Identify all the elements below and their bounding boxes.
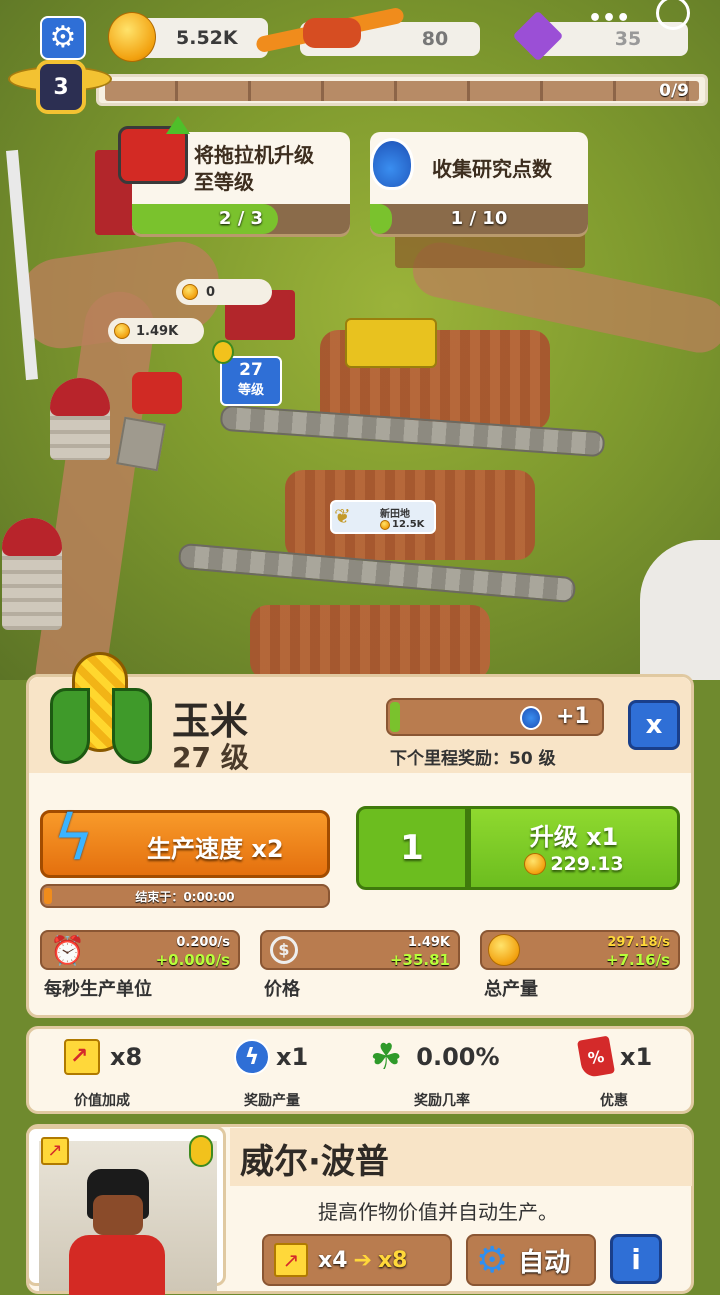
upgrade-arrow-icon [166, 116, 190, 134]
info-icon: i [631, 1242, 641, 1276]
coin-icon [182, 284, 198, 300]
price-up-icon: $ [270, 936, 298, 964]
upgrade-button[interactable]: 升级 x1 229.13 [468, 806, 680, 890]
new-field-sign[interactable]: ❦ 新田地 12.5K [330, 500, 436, 534]
bonus-yield[interactable]: ϟ x1 [234, 1036, 308, 1078]
settings-button[interactable]: ⚙ [40, 16, 86, 60]
manager-avatar [69, 1169, 165, 1295]
stat-total-output: 297.18/s +7.16/s [480, 930, 680, 970]
boost-timer-bar: 结束于：0:00:00 [40, 884, 330, 908]
quantity-toggle[interactable]: 1 [356, 806, 468, 890]
alarm-clock-icon: ⏰ [50, 934, 85, 967]
bonus-label-discount: 优惠 [600, 1093, 628, 1109]
discount-tag-icon: % [576, 1035, 616, 1079]
tractor[interactable] [132, 372, 182, 414]
bonus-chance[interactable]: ☘ 0.00% [370, 1036, 500, 1078]
stat-price: $ 1.49K +35.81 [260, 930, 460, 970]
manager-description: 提高作物价值并自动生产。 [318, 1200, 558, 1224]
crop-level: 27 级 [172, 741, 249, 774]
lightning-icon: ϟ [53, 801, 94, 874]
tractor-icon [118, 126, 188, 184]
potion-icon [520, 706, 542, 730]
bonus-label-chance: 奖励几率 [414, 1093, 470, 1109]
more-options-icon[interactable]: ••• [588, 6, 630, 31]
potion-icon [370, 138, 414, 190]
coin-icon [380, 519, 390, 530]
gear-icon: ⚙ [476, 1239, 509, 1281]
corn-icon [189, 1135, 213, 1167]
quest-card-research[interactable]: 收集研究点数 1 / 10 [370, 132, 588, 234]
close-button[interactable]: x [628, 700, 680, 750]
stat-label-units: 每秒生产单位 [44, 979, 152, 1000]
coin-bubble-tractor[interactable]: 1.49K [108, 318, 204, 344]
bonus-value-multiplier[interactable]: ↗ x8 [64, 1036, 142, 1078]
close-icon: x [645, 710, 663, 740]
xp-bar: 0/9 [96, 74, 708, 106]
milestone-bar: +1 [386, 698, 604, 736]
manager-portrait-frame[interactable]: ↗ [26, 1126, 226, 1295]
biplane[interactable] [254, 4, 406, 64]
bonus-label-value: 价值加成 [74, 1093, 130, 1109]
player-level-badge[interactable]: 3 [8, 60, 112, 116]
coin-icon [524, 853, 547, 875]
milestone-text: 下个里程奖励：50 级 [390, 749, 556, 769]
quest-card-tractor[interactable]: 将拖拉机升级 至等级 2 / 3 [118, 116, 350, 234]
coin-icon [488, 934, 520, 966]
chart-icon: ↗ [274, 1243, 308, 1277]
stat-label-total: 总产量 [484, 979, 538, 1000]
harvester[interactable] [345, 318, 437, 368]
info-button[interactable]: i [610, 1234, 662, 1284]
lightning-icon: ϟ [234, 1039, 270, 1075]
arrow-right-icon: ➔ [353, 1247, 372, 1273]
coin-icon [114, 323, 130, 339]
manager-multiplier-chip: ↗ x4 ➔ x8 [262, 1234, 452, 1286]
field-level-badge[interactable]: 27 等级 [220, 356, 282, 406]
manager-name: 威尔·波普 [240, 1142, 389, 1182]
corn-icon [212, 340, 234, 364]
chart-icon: ↗ [64, 1039, 100, 1075]
auto-chip: ⚙ 自动 [466, 1234, 596, 1286]
coin-bubble-zero[interactable]: 0 [176, 279, 272, 305]
wheat-icon: ❦ [334, 504, 351, 528]
speed-boost-button[interactable]: ϟ 生产速度 x2 [40, 801, 330, 878]
clover-icon: ☘ [370, 1036, 403, 1078]
market-stall [395, 232, 585, 268]
bonus-label-yield: 奖励产量 [244, 1093, 300, 1109]
chart-icon: ↗ [41, 1137, 69, 1165]
bonus-discount[interactable]: % x1 [576, 1035, 652, 1079]
gear-icon: ⚙ [49, 20, 77, 55]
coin-icon [108, 12, 156, 62]
stat-label-price: 价格 [264, 979, 300, 1000]
stat-units-per-second: ⏰ 0.200/s +0.000/s [40, 930, 240, 970]
corn-icon [50, 648, 152, 768]
